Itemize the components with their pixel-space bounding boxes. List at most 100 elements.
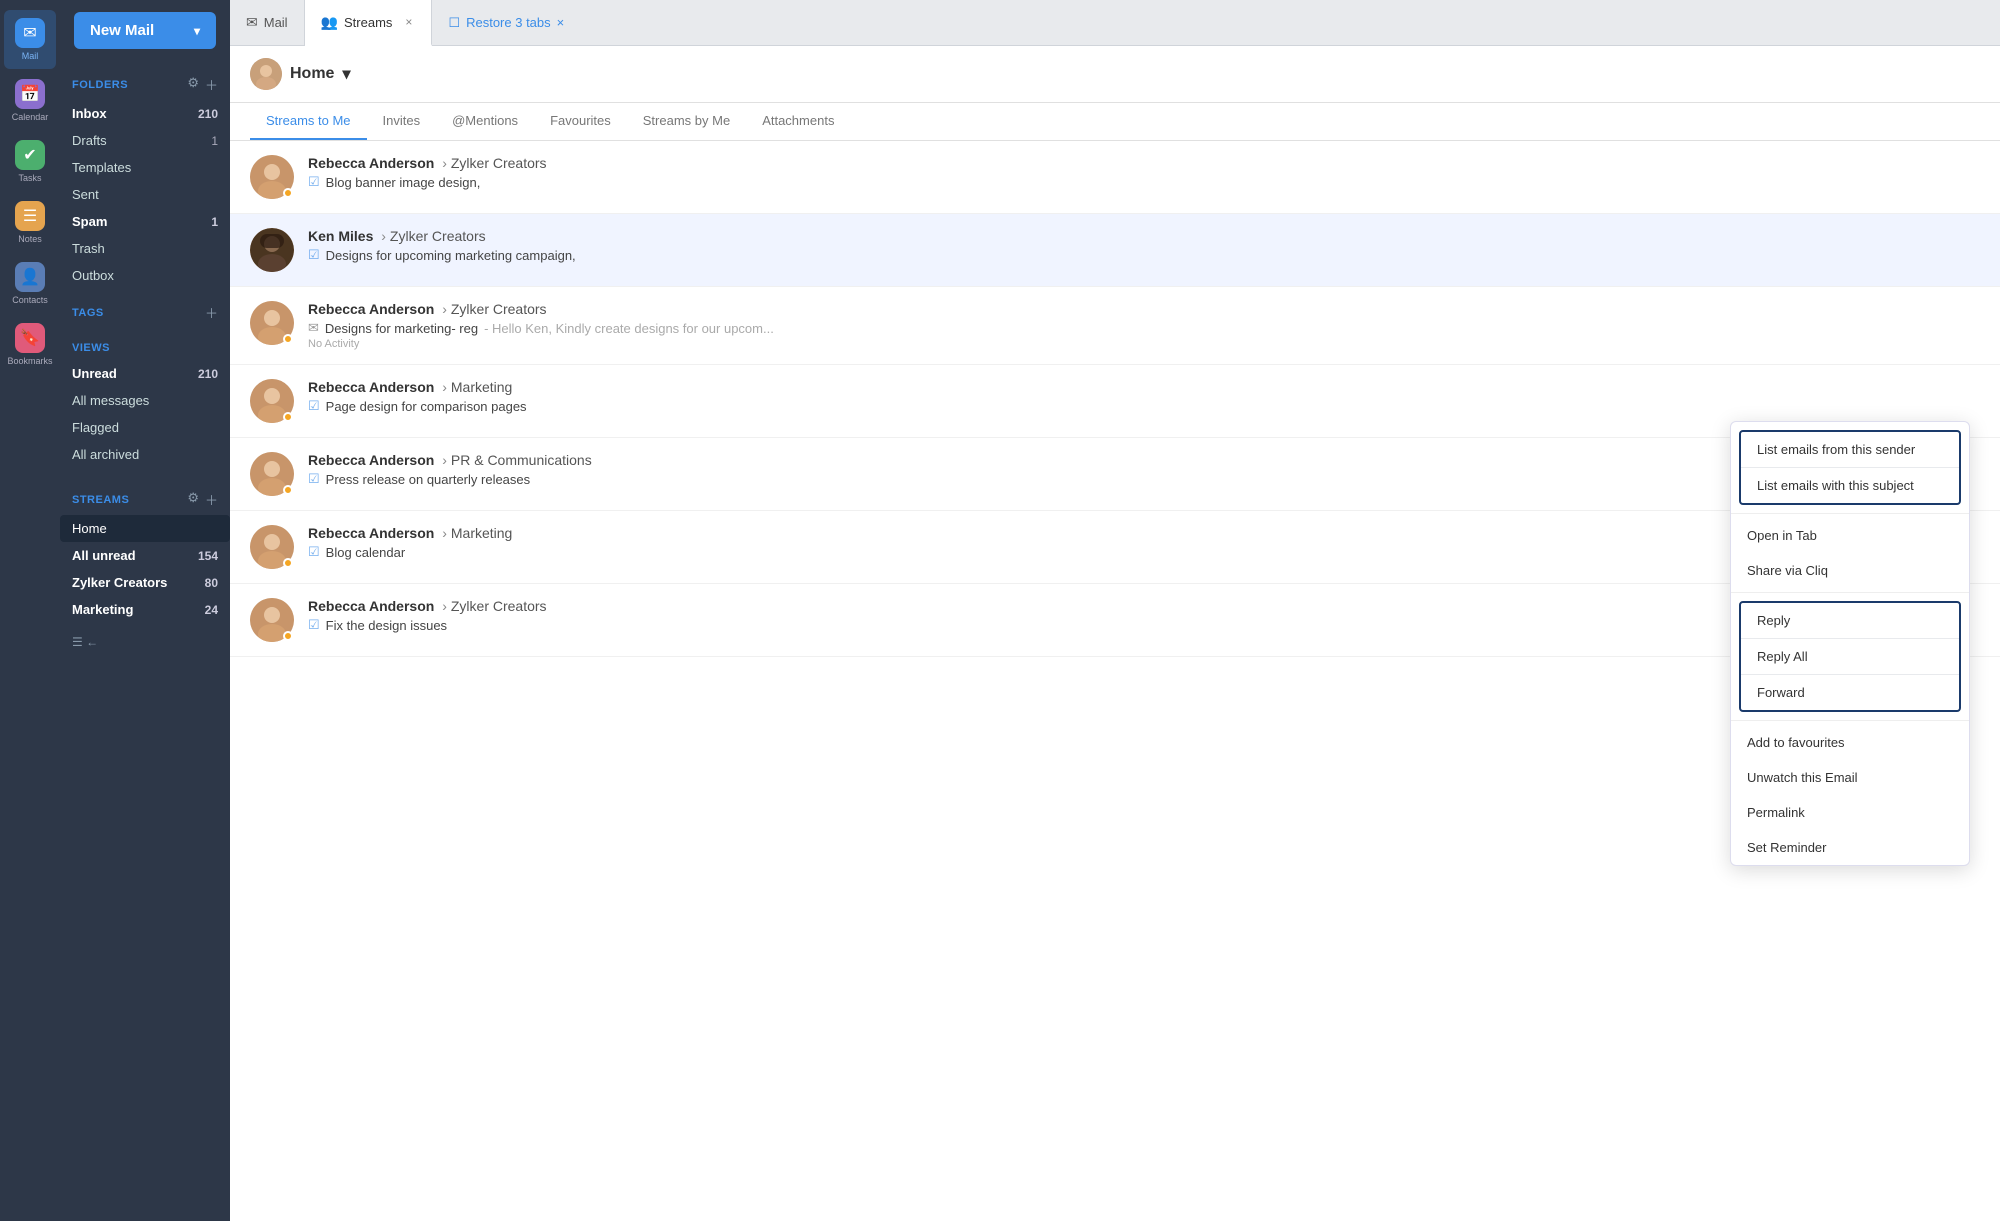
email-item[interactable]: Rebecca Anderson ›Zylker Creators ✉ Desi… — [230, 287, 2000, 365]
streams-settings-icon[interactable]: ⚙ — [187, 490, 199, 509]
context-menu-section-list: List emails from this sender List emails… — [1739, 430, 1961, 505]
tags-add-icon[interactable]: ＋ — [205, 303, 218, 322]
folder-inbox-badge: 210 — [198, 107, 218, 121]
folder-sent[interactable]: Sent — [60, 181, 230, 208]
no-activity-label: No Activity — [308, 338, 1980, 350]
avatar-wrap — [250, 452, 294, 496]
view-all-archived-name: All archived — [72, 447, 139, 462]
stream-tab-attachments[interactable]: Attachments — [746, 103, 850, 140]
stream-tab-invites[interactable]: Invites — [367, 103, 437, 140]
streams-tab-close[interactable]: × — [402, 14, 415, 30]
email-item[interactable]: Ken Miles ›Zylker Creators ☑ Designs for… — [230, 214, 2000, 287]
restore-tabs-button[interactable]: ☐ Restore 3 tabs × — [432, 0, 580, 46]
folder-templates[interactable]: Templates — [60, 154, 230, 181]
stream-tab-favourites[interactable]: Favourites — [534, 103, 627, 140]
email-content: Ken Miles ›Zylker Creators ☑ Designs for… — [308, 228, 1980, 263]
view-flagged-name: Flagged — [72, 420, 119, 435]
folder-sent-name: Sent — [72, 187, 99, 202]
folder-spam-badge: 1 — [211, 215, 218, 229]
context-menu-divider-3 — [1731, 720, 1969, 721]
nav-contacts-label: Contacts — [12, 295, 48, 305]
view-flagged[interactable]: Flagged — [60, 414, 230, 441]
avatar-wrap — [250, 598, 294, 642]
folder-spam[interactable]: Spam 1 — [60, 208, 230, 235]
ctx-unwatch[interactable]: Unwatch this Email — [1731, 760, 1969, 795]
folder-trash[interactable]: Trash — [60, 235, 230, 262]
ctx-reply-all[interactable]: Reply All — [1741, 639, 1959, 675]
nav-tasks[interactable]: ✔ Tasks — [4, 132, 56, 191]
tab-mail[interactable]: ✉ Mail — [230, 0, 305, 46]
stream-tab-streams-to-me[interactable]: Streams to Me — [250, 103, 367, 140]
folders-title: FOLDERS — [72, 79, 128, 91]
nav-bookmarks[interactable]: 🔖 Bookmarks — [4, 315, 56, 374]
context-menu-divider — [1731, 513, 1969, 514]
folder-inbox[interactable]: Inbox 210 — [60, 100, 230, 127]
stream-all-unread-name: All unread — [72, 548, 136, 563]
stream-tab-streams-by-me[interactable]: Streams by Me — [627, 103, 746, 140]
context-menu-section-reply: Reply Reply All Forward — [1739, 601, 1961, 712]
tab-bar: ✉ Mail 👥 Streams × ☐ Restore 3 tabs × — [230, 0, 2000, 46]
folders-add-icon[interactable]: ＋ — [205, 75, 218, 94]
tab-streams[interactable]: 👥 Streams × — [305, 0, 433, 46]
streams-actions: ⚙ ＋ — [187, 490, 218, 509]
ctx-share-cliq[interactable]: Share via Cliq — [1731, 553, 1969, 588]
avatar-online-dot — [283, 334, 293, 344]
folder-outbox[interactable]: Outbox — [60, 262, 230, 289]
folder-panel: New Mail ▾ FOLDERS ⚙ ＋ Inbox 210 Drafts … — [60, 0, 230, 1221]
collapse-sidebar[interactable]: ☰ ← — [60, 623, 230, 661]
task-check-icon: ☑ — [308, 247, 320, 263]
view-all-messages[interactable]: All messages — [60, 387, 230, 414]
ctx-open-tab[interactable]: Open in Tab — [1731, 518, 1969, 553]
email-subject: ☑ Designs for upcoming marketing campaig… — [308, 247, 1980, 263]
avatar-online-dot — [283, 412, 293, 422]
email-subject: ☑ Blog banner image design, — [308, 174, 1980, 190]
view-all-archived[interactable]: All archived — [60, 441, 230, 468]
email-item[interactable]: Rebecca Anderson ›Zylker Creators ☑ Blog… — [230, 141, 2000, 214]
ctx-list-sender[interactable]: List emails from this sender — [1741, 432, 1959, 468]
nav-contacts[interactable]: 👤 Contacts — [4, 254, 56, 313]
new-mail-button[interactable]: New Mail ▾ — [74, 12, 216, 49]
nav-notes[interactable]: ☰ Notes — [4, 193, 56, 252]
streams-tab-icon: 👥 — [321, 14, 338, 31]
ctx-forward[interactable]: Forward — [1741, 675, 1959, 710]
home-chevron-icon: ▾ — [342, 64, 350, 84]
main-area: ✉ Mail 👥 Streams × ☐ Restore 3 tabs × Ho… — [230, 0, 2000, 1221]
streams-add-icon[interactable]: ＋ — [205, 490, 218, 509]
envelope-icon: ✉ — [308, 320, 319, 336]
calendar-icon: 📅 — [15, 79, 45, 109]
stream-zylker-name: Zylker Creators — [72, 575, 167, 590]
avatar-wrap — [250, 379, 294, 423]
email-sender: Rebecca Anderson ›Zylker Creators — [308, 301, 1980, 317]
ctx-permalink[interactable]: Permalink — [1731, 795, 1969, 830]
stream-tab-favourites-label: Favourites — [550, 113, 611, 128]
home-button[interactable]: Home ▾ — [250, 58, 350, 90]
stream-zylker[interactable]: Zylker Creators 80 — [60, 569, 230, 596]
avatar-online-dot — [283, 485, 293, 495]
new-mail-label: New Mail — [90, 22, 154, 39]
stream-marketing[interactable]: Marketing 24 — [60, 596, 230, 623]
stream-all-unread[interactable]: All unread 154 — [60, 542, 230, 569]
folder-spam-name: Spam — [72, 214, 107, 229]
view-unread[interactable]: Unread 210 — [60, 360, 230, 387]
bookmarks-icon: 🔖 — [15, 323, 45, 353]
notes-icon: ☰ — [15, 201, 45, 231]
email-content: Rebecca Anderson ›Zylker Creators ☑ Blog… — [308, 155, 1980, 190]
nav-calendar[interactable]: 📅 Calendar — [4, 71, 56, 130]
task-check-icon: ☑ — [308, 471, 320, 487]
view-unread-badge: 210 — [198, 367, 218, 381]
views-title: VIEWS — [72, 342, 110, 354]
restore-tab-icon: ☐ — [448, 15, 460, 31]
restore-tabs-close[interactable]: × — [557, 15, 565, 30]
nav-mail[interactable]: ✉ Mail — [4, 10, 56, 69]
ctx-reply[interactable]: Reply — [1741, 603, 1959, 639]
stream-home[interactable]: Home — [60, 515, 230, 542]
ctx-add-fav[interactable]: Add to favourites — [1731, 725, 1969, 760]
ctx-list-subject[interactable]: List emails with this subject — [1741, 468, 1959, 503]
avatar-wrap — [250, 525, 294, 569]
folders-settings-icon[interactable]: ⚙ — [187, 75, 199, 94]
stream-tab-mentions[interactable]: @Mentions — [436, 103, 534, 140]
ctx-reminder[interactable]: Set Reminder — [1731, 830, 1969, 865]
nav-notes-label: Notes — [18, 234, 42, 244]
folder-drafts[interactable]: Drafts 1 — [60, 127, 230, 154]
folder-outbox-name: Outbox — [72, 268, 114, 283]
